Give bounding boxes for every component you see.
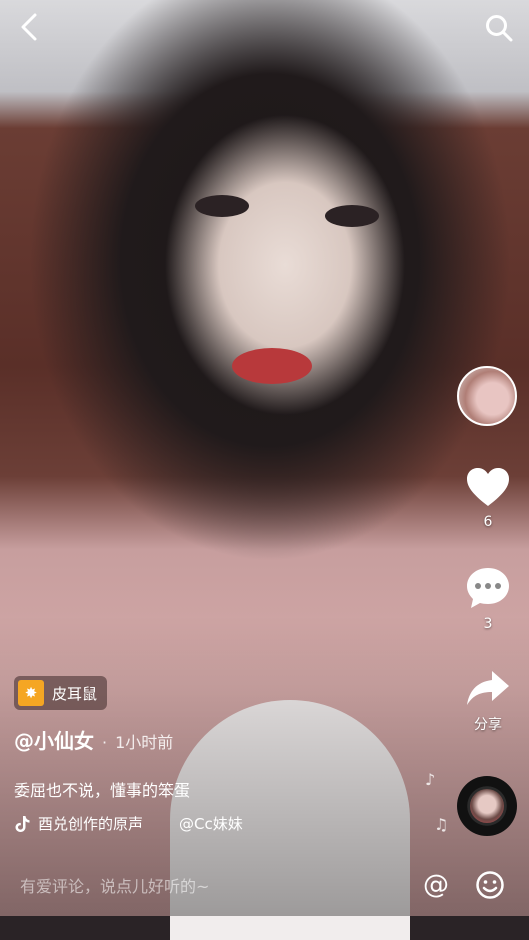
music-info[interactable]: 酉兑创作的原声 @Cc妹妹 <box>14 813 284 834</box>
like-count: 6 <box>483 514 493 530</box>
post-time-separator: · <box>102 733 108 752</box>
sparkle-icon: ✸ <box>18 680 44 706</box>
search-button[interactable] <box>481 10 517 46</box>
music-title: 酉兑创作的原声 <box>38 815 144 833</box>
share-arrow-icon <box>467 671 509 705</box>
comment-button[interactable]: 3 <box>459 566 517 632</box>
back-button[interactable] <box>12 10 46 44</box>
effect-label: 皮耳鼠 <box>52 684 98 703</box>
like-button[interactable]: 6 <box>459 466 517 530</box>
heart-icon <box>467 468 509 506</box>
music-disc[interactable] <box>457 776 517 836</box>
post-time: 1小时前 <box>115 733 174 752</box>
smiley-icon <box>476 871 504 899</box>
author-avatar[interactable] <box>457 366 517 426</box>
emoji-button[interactable] <box>475 870 505 900</box>
music-credit: @Cc妹妹 <box>179 815 243 833</box>
comment-input[interactable]: 有爱评论，说点儿好听的~ <box>20 873 423 897</box>
video-lips <box>232 348 312 384</box>
comment-bar: 有爱评论，说点儿好听的~ @ <box>0 854 529 916</box>
music-note-icon: ♪ <box>425 770 436 789</box>
search-icon <box>486 15 513 42</box>
chevron-left-icon <box>21 13 37 41</box>
effect-tag[interactable]: ✸ 皮耳鼠 <box>14 676 108 710</box>
tiktok-note-icon <box>15 815 30 832</box>
share-label: 分享 <box>474 717 502 733</box>
share-button[interactable]: 分享 <box>459 668 517 734</box>
video-eye-right <box>325 205 379 227</box>
comment-count: 3 <box>483 616 493 632</box>
music-note-icon: ♫ <box>434 815 449 834</box>
music-cover-avatar <box>470 789 504 823</box>
mention-button[interactable]: @ <box>423 870 449 900</box>
comment-bubble-icon <box>467 568 509 608</box>
author-line: @小仙女 · 1小时前 <box>14 725 173 754</box>
video-caption: 委屈也不说，懂事的笨蛋 <box>14 781 191 800</box>
author-name[interactable]: @小仙女 <box>14 725 94 754</box>
video-eye-left <box>195 195 249 217</box>
